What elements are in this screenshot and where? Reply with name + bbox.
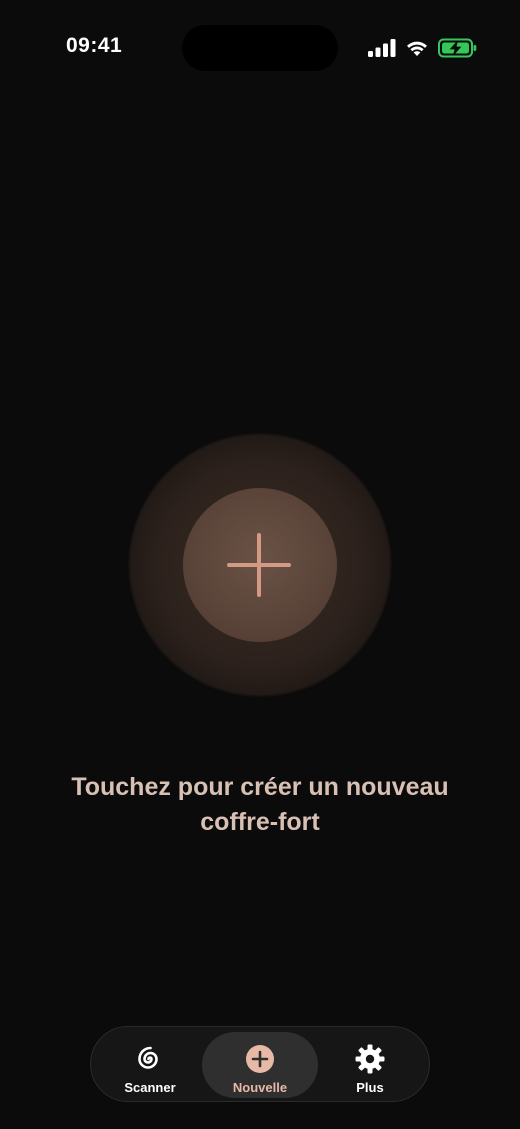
plus-circle-icon bbox=[246, 1045, 274, 1073]
create-vault-button[interactable] bbox=[129, 434, 391, 696]
tab-scanner[interactable]: Scanner bbox=[97, 1032, 203, 1098]
prompt-text: Touchez pour créer un nouveau coffre-for… bbox=[71, 773, 449, 836]
status-icons bbox=[368, 37, 478, 59]
status-time: 09:41 bbox=[66, 34, 123, 57]
wifi-icon bbox=[405, 39, 429, 57]
battery-charging-icon bbox=[438, 38, 478, 58]
tab-bar: Scanner Nouvelle Plus bbox=[90, 1026, 430, 1102]
plus-icon bbox=[227, 533, 291, 597]
tab-scanner-label: Scanner bbox=[124, 1080, 176, 1095]
tab-new-label: Nouvelle bbox=[232, 1080, 288, 1095]
tab-new[interactable]: Nouvelle bbox=[202, 1032, 318, 1098]
cellular-signal-icon bbox=[368, 39, 396, 57]
spiral-icon bbox=[138, 1046, 158, 1069]
status-bar: 09:41 bbox=[0, 0, 520, 96]
screen: 09:41 Touchez pour créer un nouveau coff… bbox=[0, 0, 520, 1129]
tab-more-label: Plus bbox=[356, 1080, 384, 1095]
create-vault-prompt: Touchez pour créer un nouveau coffre-for… bbox=[0, 770, 520, 840]
gear-icon bbox=[355, 1044, 385, 1074]
tab-more[interactable]: Plus bbox=[317, 1032, 423, 1098]
dynamic-island bbox=[182, 25, 338, 71]
